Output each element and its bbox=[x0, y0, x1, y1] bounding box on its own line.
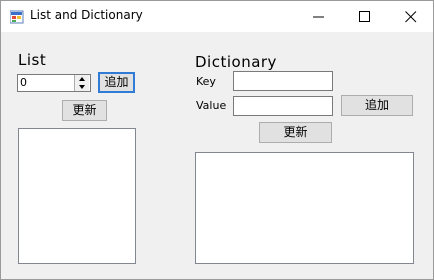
key-input[interactable] bbox=[233, 71, 333, 91]
dictionary-add-button[interactable]: 追加 bbox=[341, 95, 413, 116]
list-listbox[interactable] bbox=[18, 128, 136, 264]
list-numeric-input[interactable]: 0 bbox=[17, 74, 91, 92]
spin-down-button[interactable] bbox=[75, 83, 89, 91]
title-bar[interactable]: List and Dictionary bbox=[1, 1, 433, 32]
value-label: Value bbox=[196, 99, 227, 112]
maximize-icon bbox=[359, 11, 370, 22]
window-title: List and Dictionary bbox=[30, 8, 143, 22]
app-icon bbox=[9, 9, 24, 24]
app-window: List and Dictionary List 0 追加 更新 Diction… bbox=[0, 0, 434, 280]
dictionary-heading: Dictionary bbox=[195, 53, 277, 71]
key-label: Key bbox=[196, 75, 216, 88]
list-add-button[interactable]: 追加 bbox=[98, 72, 135, 93]
arrow-down-icon bbox=[79, 85, 85, 89]
list-heading: List bbox=[18, 51, 47, 69]
arrow-up-icon bbox=[79, 77, 85, 81]
maximize-button[interactable] bbox=[342, 1, 388, 32]
minimize-icon bbox=[313, 16, 324, 18]
close-button[interactable] bbox=[388, 1, 434, 32]
value-input[interactable] bbox=[233, 96, 333, 116]
dictionary-update-button[interactable]: 更新 bbox=[259, 122, 332, 143]
dictionary-listbox[interactable] bbox=[195, 152, 414, 264]
spinner-buttons bbox=[74, 75, 90, 91]
close-icon bbox=[405, 11, 417, 23]
minimize-button[interactable] bbox=[296, 1, 342, 32]
numeric-value: 0 bbox=[20, 76, 27, 89]
list-update-button[interactable]: 更新 bbox=[62, 100, 107, 121]
